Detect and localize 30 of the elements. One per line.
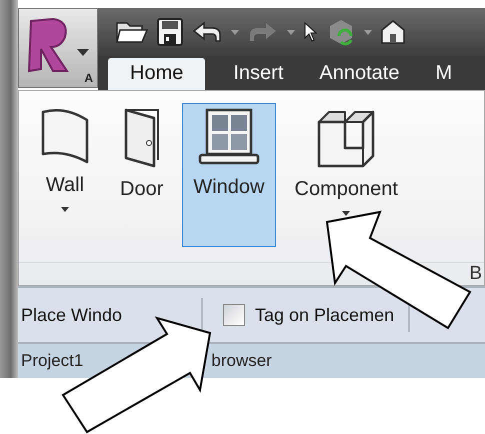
- browser-title: Project1: [21, 351, 84, 371]
- ribbon-tab[interactable]: Annotate: [311, 58, 408, 90]
- browser-title: browser: [211, 351, 272, 371]
- pointer-icon[interactable]: [304, 22, 318, 42]
- tag-checkbox[interactable]: [223, 304, 245, 326]
- options-label: Place Windo: [21, 304, 124, 326]
- ribbon-button[interactable]: Door: [109, 103, 174, 233]
- ribbon-tab[interactable]: M: [427, 58, 460, 90]
- wall-icon: [40, 108, 90, 164]
- sync-cube-icon[interactable]: [327, 18, 355, 46]
- dropdown-caret-icon[interactable]: [364, 30, 372, 34]
- application-button[interactable]: A: [18, 8, 98, 88]
- panel-title: B: [469, 263, 482, 285]
- checkbox-label: Tag on Placemen: [255, 304, 394, 326]
- dropdown-caret-icon[interactable]: [231, 30, 239, 34]
- folder-icon[interactable]: [116, 20, 148, 44]
- ribbon-button[interactable]: Window: [182, 103, 276, 247]
- shortcut-label: A: [84, 71, 93, 85]
- house-icon[interactable]: [381, 19, 405, 45]
- ribbon-tab[interactable]: Insert: [225, 58, 292, 90]
- save-icon[interactable]: [157, 18, 183, 46]
- window-icon: [198, 108, 260, 166]
- redo-icon[interactable]: [248, 21, 278, 43]
- ribbon-tab[interactable]: Home: [108, 58, 206, 90]
- ribbon-button[interactable]: Wall: [29, 103, 101, 233]
- dropdown-caret-icon[interactable]: [287, 30, 295, 34]
- caret-icon: [77, 49, 89, 56]
- undo-icon[interactable]: [192, 21, 222, 43]
- ribbon-button[interactable]: Component: [284, 103, 409, 233]
- component-icon: [315, 108, 378, 168]
